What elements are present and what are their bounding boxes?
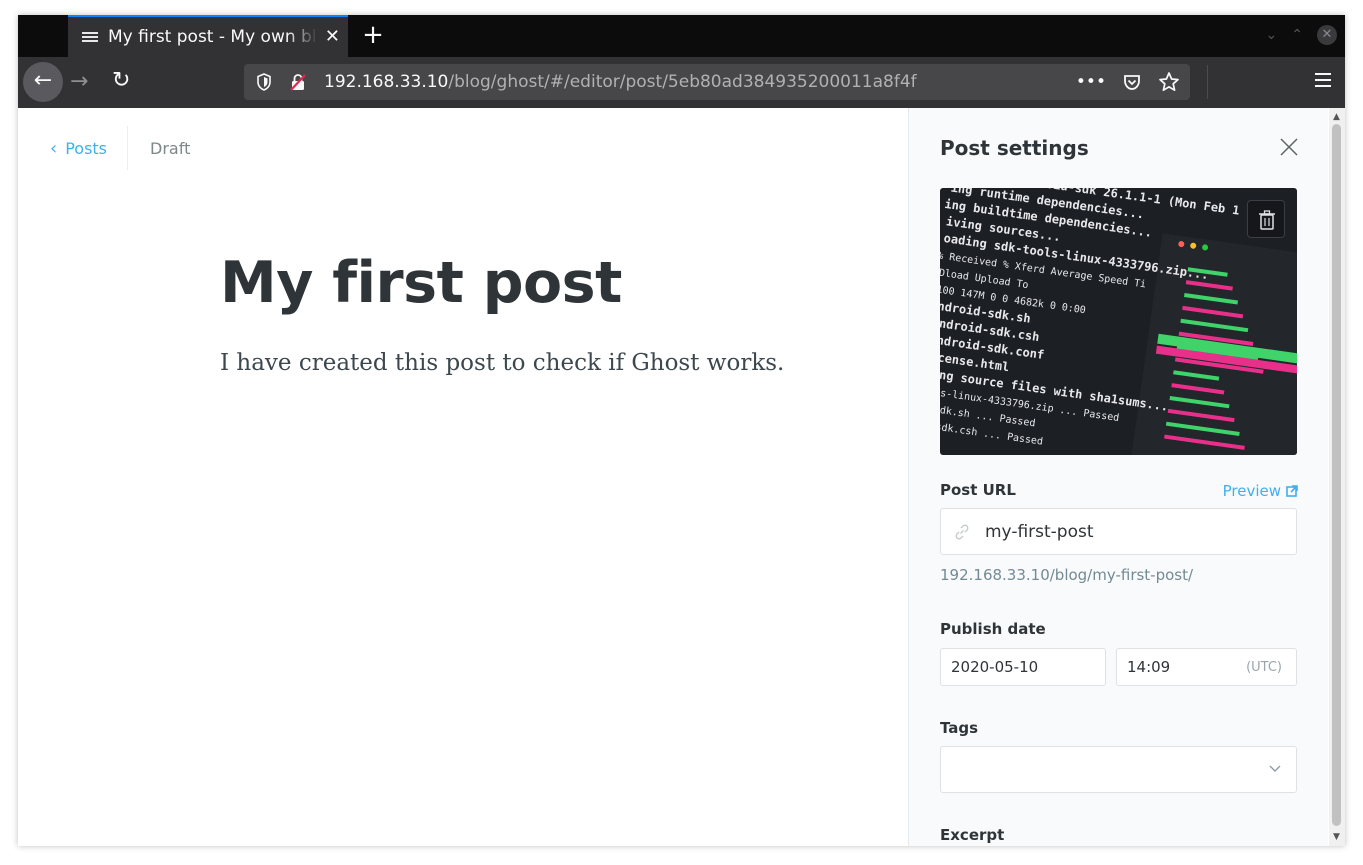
- tab-active[interactable]: My first post - My own blog ✕: [68, 15, 348, 57]
- post-url-label: Post URL: [940, 481, 1016, 499]
- time-value: 14:09: [1127, 658, 1171, 676]
- posts-back-link[interactable]: ‹ Posts: [50, 138, 127, 159]
- forward-button[interactable]: →: [70, 69, 88, 94]
- navigation-bar: ← → ↻ 192.168.33.10/blog/ghost/#/editor/…: [18, 57, 1345, 108]
- trash-icon: [1259, 210, 1275, 230]
- scroll-down-icon[interactable]: ▼: [1333, 832, 1340, 842]
- post-url-input[interactable]: my-first-post: [940, 508, 1297, 555]
- window-close-icon[interactable]: ✕: [1317, 25, 1337, 45]
- back-button[interactable]: ←: [23, 62, 63, 102]
- pocket-icon[interactable]: [1122, 72, 1142, 92]
- date-value: 2020-05-10: [951, 658, 1039, 676]
- terminal-screenshot-image: installing packagePackage: android-sdk 2…: [940, 188, 1297, 455]
- window-controls: ⌄ ⌃ ✕: [1266, 25, 1337, 45]
- reload-button[interactable]: ↻: [112, 68, 130, 93]
- url-actions: •••: [1076, 71, 1180, 93]
- insecure-lock-icon[interactable]: [290, 73, 306, 91]
- full-url-hint: 192.168.33.10/blog/my-first-post/: [940, 566, 1194, 584]
- post-settings-panel: Post settings installing packagePackage:…: [908, 108, 1328, 846]
- ghost-favicon-icon: [82, 29, 98, 45]
- preview-label: Preview: [1222, 482, 1281, 500]
- link-icon: [955, 524, 969, 539]
- time-input[interactable]: 14:09 (UTC): [1116, 648, 1297, 686]
- scrollbar[interactable]: ▲ ▼: [1329, 108, 1345, 846]
- toolbar-separator: [1207, 65, 1208, 99]
- chevron-down-icon: [1269, 765, 1281, 772]
- url-bar[interactable]: 192.168.33.10/blog/ghost/#/editor/post/5…: [244, 64, 1190, 100]
- url-host: 192.168.33.10: [324, 72, 449, 92]
- more-icon[interactable]: •••: [1076, 72, 1106, 92]
- page-content: ‹ Posts Draft My first post I have creat…: [18, 108, 1345, 846]
- date-input[interactable]: 2020-05-10: [940, 648, 1106, 686]
- new-tab-button[interactable]: +: [358, 21, 388, 51]
- scroll-up-icon[interactable]: ▲: [1333, 112, 1340, 122]
- scroll-thumb[interactable]: [1332, 124, 1341, 826]
- chevron-left-icon: ‹: [50, 137, 58, 159]
- timezone-label: (UTC): [1246, 659, 1282, 675]
- preview-link[interactable]: Preview: [1223, 482, 1298, 500]
- post-body[interactable]: I have created this post to check if Gho…: [220, 350, 784, 376]
- settings-title: Post settings: [940, 136, 1089, 160]
- hamburger-menu-icon[interactable]: [1315, 73, 1331, 87]
- tags-label: Tags: [940, 719, 979, 737]
- browser-window: My first post - My own blog ✕ + ⌄ ⌃ ✕ ← …: [18, 15, 1345, 846]
- minimize-icon[interactable]: ⌄: [1266, 27, 1278, 43]
- close-icon[interactable]: [1278, 136, 1300, 158]
- maximize-icon[interactable]: ⌃: [1291, 27, 1303, 43]
- post-title[interactable]: My first post: [220, 250, 622, 316]
- delete-image-button[interactable]: [1247, 200, 1285, 238]
- external-link-icon: [1286, 485, 1298, 497]
- tab-title: My first post - My own blog: [108, 27, 318, 47]
- star-icon[interactable]: [1158, 71, 1180, 93]
- posts-link-label: Posts: [65, 138, 108, 158]
- tab-bar: My first post - My own blog ✕ + ⌄ ⌃ ✕: [18, 15, 1345, 57]
- editor-header: ‹ Posts Draft: [50, 126, 190, 170]
- shield-icon[interactable]: [256, 73, 272, 91]
- tab-close-icon[interactable]: ✕: [325, 28, 340, 46]
- url-path: /blog/ghost/#/editor/post/5eb80ad3849352…: [448, 72, 917, 92]
- excerpt-label: Excerpt: [940, 826, 1005, 844]
- url-text[interactable]: 192.168.33.10/blog/ghost/#/editor/post/5…: [324, 72, 917, 92]
- tags-input[interactable]: [940, 746, 1297, 793]
- publish-date-label: Publish date: [940, 620, 1046, 638]
- feature-image[interactable]: installing packagePackage: android-sdk 2…: [940, 188, 1297, 455]
- status-label: Draft: [150, 138, 191, 158]
- slug-value: my-first-post: [985, 521, 1094, 542]
